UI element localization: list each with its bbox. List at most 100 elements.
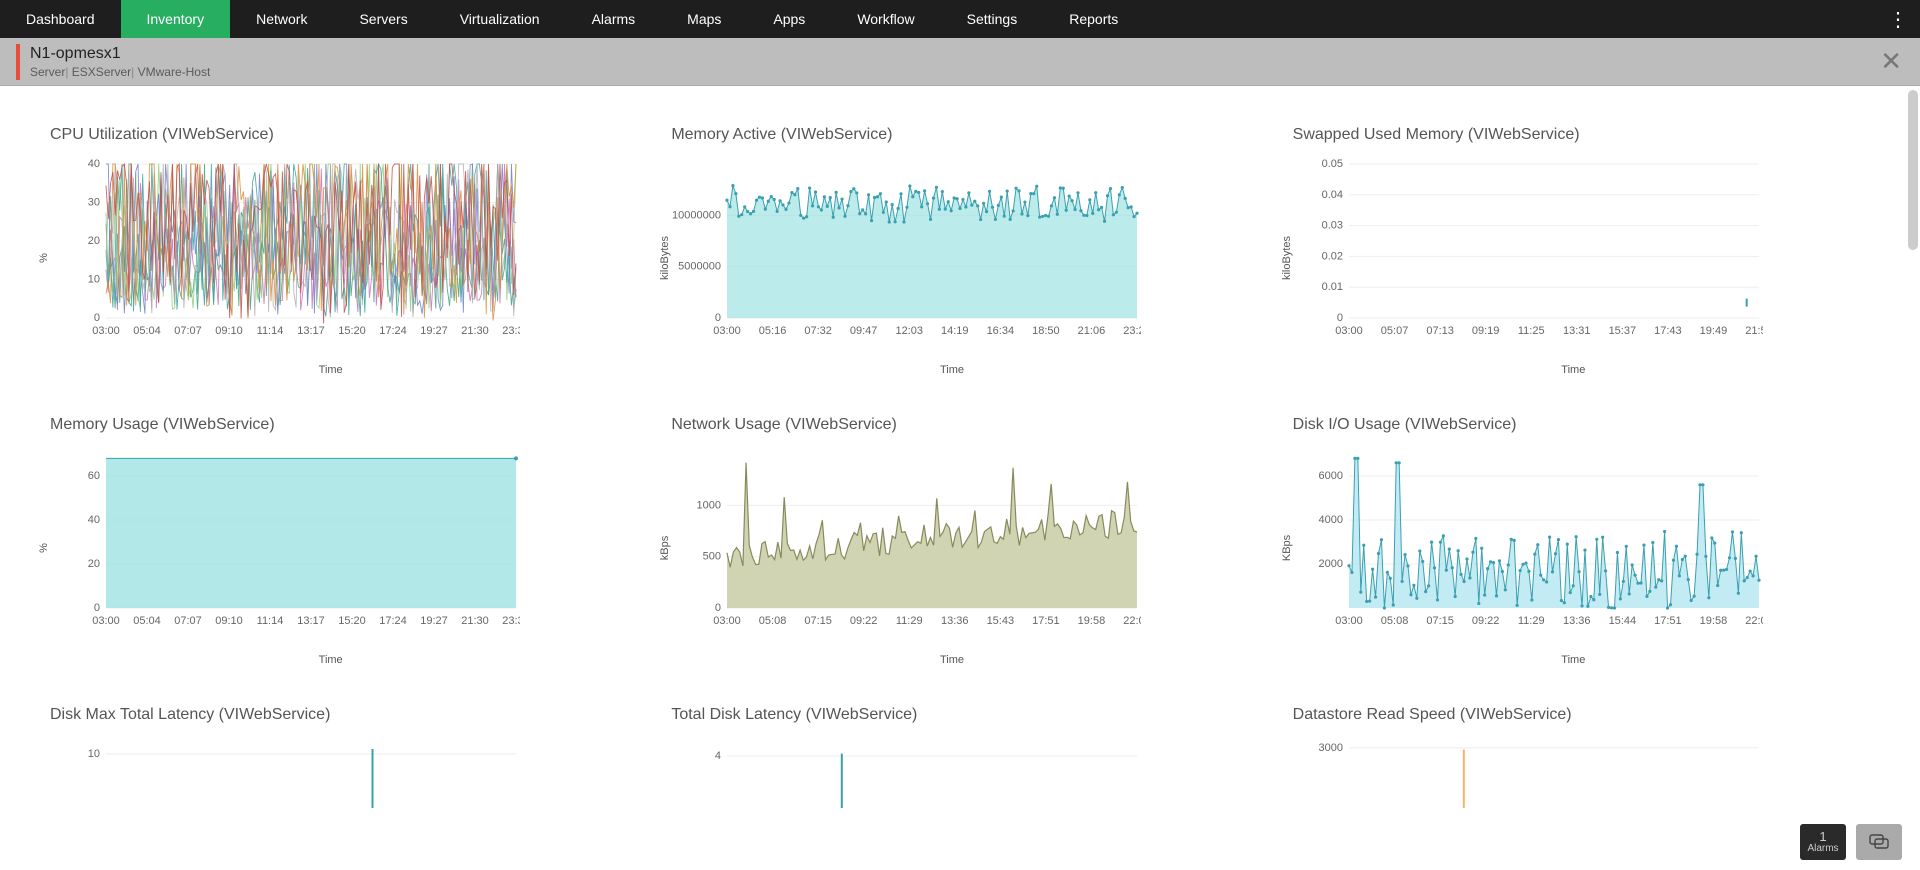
svg-text:09:22: 09:22: [1472, 615, 1500, 627]
svg-text:23:34: 23:34: [502, 325, 520, 337]
svg-text:21:56: 21:56: [1745, 325, 1763, 337]
svg-text:07:07: 07:07: [174, 615, 202, 627]
chart-title: Swapped Used Memory (VIWebService): [1293, 126, 1854, 144]
chart-panel-total_disk_latency: Total Disk Latency (VIWebService)4: [671, 706, 1232, 828]
svg-text:13:36: 13:36: [1563, 615, 1591, 627]
svg-text:0: 0: [715, 312, 721, 324]
nav-apps[interactable]: Apps: [747, 0, 831, 38]
device-header-text: N1-opmesx1 ServerESXServerVMware-Host: [30, 45, 210, 79]
svg-text:03:00: 03:00: [92, 615, 120, 627]
svg-text:18:50: 18:50: [1032, 325, 1060, 337]
chart-title: Memory Usage (VIWebService): [50, 416, 611, 434]
charts-scroll-area[interactable]: CPU Utilization (VIWebService)%010203040…: [0, 86, 1904, 870]
chart-plot[interactable]: 4: [671, 738, 1232, 828]
chart-plot[interactable]: %01020304003:0005:0407:0709:1011:1413:17…: [50, 158, 611, 358]
chart-panel-net: Network Usage (VIWebService)kBps05001000…: [671, 416, 1232, 666]
svg-text:09:22: 09:22: [850, 615, 878, 627]
accent-bar: [16, 44, 20, 80]
nav-dashboard[interactable]: Dashboard: [0, 0, 121, 38]
y-axis-label: kiloBytes: [659, 236, 671, 280]
chart-plot[interactable]: kiloBytes050000001000000003:0005:1607:32…: [671, 158, 1232, 358]
svg-text:19:49: 19:49: [1699, 325, 1727, 337]
svg-text:13:17: 13:17: [297, 325, 325, 337]
chart-title: Datastore Read Speed (VIWebService): [1293, 706, 1854, 724]
svg-text:4: 4: [715, 750, 721, 762]
svg-text:13:36: 13:36: [941, 615, 969, 627]
svg-text:19:27: 19:27: [420, 615, 448, 627]
svg-text:60: 60: [88, 470, 100, 482]
chart-plot[interactable]: KBps20004000600003:0005:0807:1509:2211:2…: [1293, 448, 1854, 648]
x-axis-label: Time: [50, 364, 611, 376]
charts-grid: CPU Utilization (VIWebService)%010203040…: [50, 126, 1854, 828]
svg-text:07:13: 07:13: [1426, 325, 1454, 337]
nav-workflow[interactable]: Workflow: [831, 0, 940, 38]
chart-plot[interactable]: 3000: [1293, 738, 1854, 828]
y-axis-label: KBps: [1281, 535, 1293, 561]
close-icon[interactable]: ✕: [1880, 46, 1902, 77]
svg-text:40: 40: [88, 514, 100, 526]
svg-text:09:47: 09:47: [850, 325, 878, 337]
svg-text:15:43: 15:43: [987, 615, 1015, 627]
breadcrumb-item[interactable]: ESXServer: [65, 65, 131, 79]
svg-text:07:07: 07:07: [174, 325, 202, 337]
breadcrumb-item[interactable]: Server: [30, 65, 65, 79]
chart-plot[interactable]: kiloBytes00.010.020.030.040.0503:0005:07…: [1293, 158, 1854, 358]
nav-maps[interactable]: Maps: [661, 0, 747, 38]
chart-title: Memory Active (VIWebService): [671, 126, 1232, 144]
chat-widget-icon[interactable]: [1856, 824, 1902, 860]
svg-text:05:04: 05:04: [133, 615, 161, 627]
nav-servers[interactable]: Servers: [333, 0, 433, 38]
svg-text:11:25: 11:25: [1518, 325, 1545, 337]
y-axis-label: kBps: [659, 536, 671, 560]
scrollbar-thumb[interactable]: [1908, 90, 1918, 250]
svg-text:10: 10: [88, 274, 100, 286]
svg-text:15:44: 15:44: [1608, 615, 1636, 627]
x-axis-label: Time: [1293, 654, 1854, 666]
svg-text:03:00: 03:00: [1335, 325, 1363, 337]
chart-title: CPU Utilization (VIWebService): [50, 126, 611, 144]
chart-title: Disk Max Total Latency (VIWebService): [50, 706, 611, 724]
svg-text:0.05: 0.05: [1321, 158, 1342, 170]
nav-alarms[interactable]: Alarms: [566, 0, 662, 38]
nav-inventory[interactable]: Inventory: [121, 0, 231, 38]
svg-text:17:24: 17:24: [379, 325, 407, 337]
breadcrumb-item[interactable]: VMware-Host: [131, 65, 210, 79]
device-title: N1-opmesx1: [30, 45, 210, 63]
x-axis-label: Time: [1293, 364, 1854, 376]
svg-text:09:19: 09:19: [1472, 325, 1500, 337]
svg-text:21:30: 21:30: [461, 615, 489, 627]
nav-reports[interactable]: Reports: [1043, 0, 1144, 38]
svg-text:6000: 6000: [1318, 470, 1342, 482]
chart-panel-ds_read_speed: Datastore Read Speed (VIWebService) 3000: [1293, 706, 1854, 828]
svg-text:09:10: 09:10: [215, 615, 243, 627]
svg-text:19:58: 19:58: [1699, 615, 1727, 627]
chart-panel-disk_max_latency: Disk Max Total Latency (VIWebService) 10: [50, 706, 611, 828]
device-header: N1-opmesx1 ServerESXServerVMware-Host ✕: [0, 38, 1920, 86]
svg-text:03:00: 03:00: [714, 615, 742, 627]
svg-text:20: 20: [88, 558, 100, 570]
chart-panel-swap: Swapped Used Memory (VIWebService)kiloBy…: [1293, 126, 1854, 376]
svg-text:5000000: 5000000: [679, 261, 722, 273]
svg-text:11:29: 11:29: [896, 615, 923, 627]
svg-text:22:05: 22:05: [1745, 615, 1763, 627]
chart-plot[interactable]: kBps0500100003:0005:0807:1509:2211:2913:…: [671, 448, 1232, 648]
kebab-menu-icon[interactable]: ⋮: [1888, 0, 1908, 38]
nav-network[interactable]: Network: [230, 0, 333, 38]
svg-text:0.03: 0.03: [1321, 220, 1342, 232]
svg-text:0: 0: [715, 602, 721, 614]
svg-text:14:19: 14:19: [941, 325, 969, 337]
nav-settings[interactable]: Settings: [941, 0, 1044, 38]
svg-text:0.04: 0.04: [1321, 189, 1342, 201]
chart-plot[interactable]: 10: [50, 738, 611, 828]
x-axis-label: Time: [671, 654, 1232, 666]
svg-text:03:00: 03:00: [92, 325, 120, 337]
svg-text:21:06: 21:06: [1078, 325, 1106, 337]
svg-text:09:10: 09:10: [215, 325, 243, 337]
nav-virtualization[interactable]: Virtualization: [434, 0, 566, 38]
svg-text:40: 40: [88, 158, 100, 170]
chart-plot[interactable]: %020406003:0005:0407:0709:1011:1413:1715…: [50, 448, 611, 648]
alarms-count: 1: [1819, 830, 1826, 843]
alarms-widget[interactable]: 1 Alarms: [1800, 824, 1846, 860]
svg-text:23:21: 23:21: [1124, 325, 1142, 337]
chart-panel-diskio: Disk I/O Usage (VIWebService)KBps2000400…: [1293, 416, 1854, 666]
